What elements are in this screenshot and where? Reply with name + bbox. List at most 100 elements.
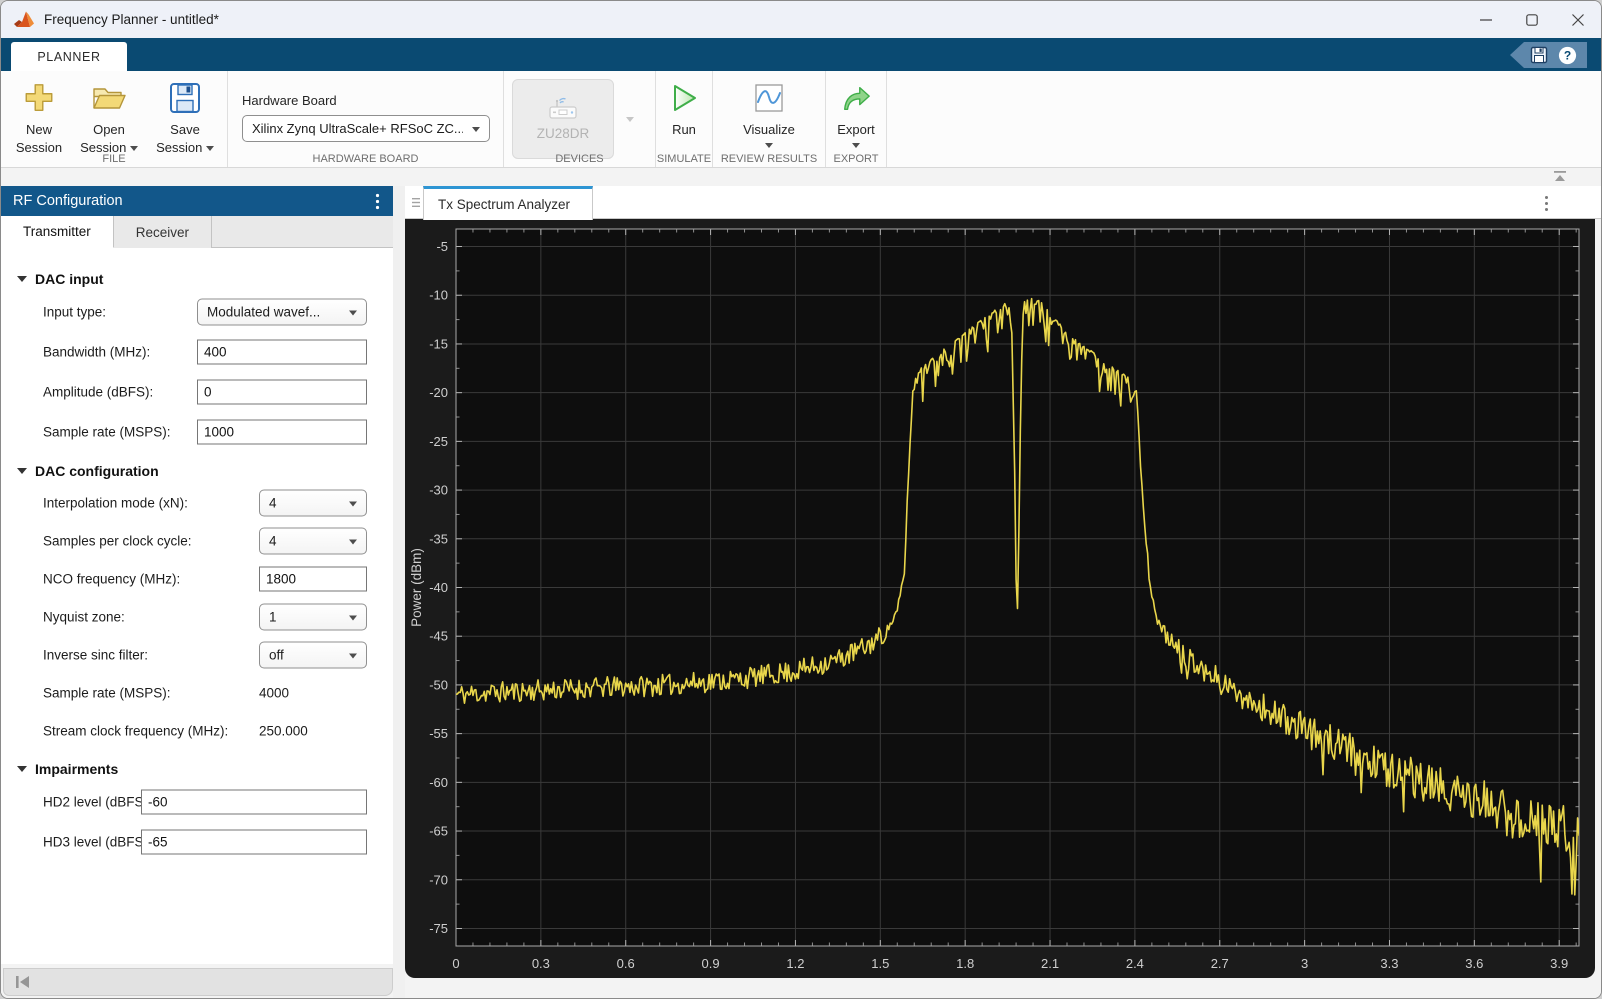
- minimize-button[interactable]: [1463, 1, 1509, 38]
- visualize-icon: [754, 75, 784, 121]
- bandwidth-mhz-label: Bandwidth (MHz):: [43, 345, 150, 360]
- interpolation-mode-label: Interpolation mode (xN):: [43, 496, 188, 511]
- y-tick-label: -40: [429, 580, 448, 595]
- hardware-board-caret-icon: [472, 127, 480, 132]
- bottom-collapsed-bar: [3, 968, 393, 996]
- devices-gallery-caret[interactable]: [614, 79, 646, 159]
- devices-caret-icon: [626, 117, 634, 122]
- x-tick-label: 3.3: [1380, 956, 1398, 971]
- export-label: Export: [837, 121, 875, 139]
- interpolation-mode-select[interactable]: 4: [259, 490, 367, 517]
- y-tick-label: -45: [429, 629, 448, 644]
- amplitude-dbfs-input[interactable]: [197, 380, 367, 405]
- select-caret-icon: [349, 311, 357, 316]
- panel-menu-icon[interactable]: [375, 193, 380, 210]
- visualize-button[interactable]: Visualize: [743, 75, 795, 148]
- form-row-hd2-level-dbfs: HD2 level (dBFS):: [1, 782, 393, 822]
- form-row-input-type: Input type: Modulated wavef...: [1, 292, 393, 332]
- open-session-label1: Open: [93, 121, 125, 139]
- x-tick-label: 3: [1301, 956, 1308, 971]
- y-tick-label: -20: [429, 385, 448, 400]
- quick-save-icon[interactable]: [1530, 46, 1548, 64]
- ribbon-filler: [887, 71, 1601, 167]
- close-button[interactable]: [1555, 1, 1601, 38]
- tab-transmitter[interactable]: Transmitter: [1, 216, 114, 248]
- x-tick-label: 1.2: [786, 956, 804, 971]
- y-tick-label: -50: [429, 677, 448, 692]
- main-area: RF Configuration Transmitter Receiver DA…: [1, 186, 1601, 999]
- devices-group-label: DEVICES: [504, 153, 655, 165]
- export-caret-icon: [852, 143, 860, 148]
- hd3-level-dbfs-input[interactable]: [141, 830, 367, 855]
- run-button[interactable]: Run: [668, 75, 700, 139]
- y-tick-label: -30: [429, 483, 448, 498]
- open-session-icon: [91, 75, 127, 121]
- bandwidth-mhz-input[interactable]: [197, 340, 367, 365]
- document-menu-icon[interactable]: [1544, 195, 1549, 212]
- tx-spectrum-chart: 00.30.60.91.21.51.82.12.42.733.33.63.9-5…: [405, 219, 1595, 978]
- samples-per-clock-cycle-select[interactable]: 4: [259, 528, 367, 555]
- hd2-level-dbfs-label: HD2 level (dBFS):: [43, 795, 152, 810]
- nco-frequency-mhz-label: NCO frequency (MHz):: [43, 572, 180, 587]
- help-icon[interactable]: ?: [1558, 46, 1577, 65]
- nyquist-zone-select[interactable]: 1: [259, 604, 367, 631]
- dac-sample-rate-msps-label: Sample rate (MSPS):: [43, 686, 171, 701]
- amplitude-dbfs-label: Amplitude (dBFS):: [43, 385, 153, 400]
- tab-grip-icon[interactable]: [410, 197, 422, 208]
- y-tick-label: -60: [429, 775, 448, 790]
- collapse-triangle-icon: [17, 766, 27, 772]
- svg-text:?: ?: [1564, 48, 1571, 62]
- tab-planner[interactable]: PLANNER: [11, 42, 127, 71]
- section-header-impairments[interactable]: Impairments: [1, 756, 393, 782]
- y-tick-label: -75: [429, 921, 448, 936]
- form-row-inverse-sinc-filter: Inverse sinc filter:off: [1, 636, 393, 674]
- hardware-board-select[interactable]: Xilinx Zynq UltraScale+ RFSoC ZC...: [242, 115, 490, 142]
- section-header-dac-input[interactable]: DAC input: [1, 266, 393, 292]
- input-type-select[interactable]: Modulated wavef...: [197, 299, 367, 326]
- sample-rate-msps-input[interactable]: [197, 420, 367, 445]
- open-session-caret-icon: [130, 146, 138, 151]
- save-session-label1: Save: [170, 121, 200, 139]
- sample-rate-msps-label: Sample rate (MSPS):: [43, 425, 171, 440]
- rf-configuration-header: RF Configuration: [1, 186, 393, 216]
- hd2-level-dbfs-input[interactable]: [141, 790, 367, 815]
- maximize-button[interactable]: [1509, 1, 1555, 38]
- form-row-interpolation-mode: Interpolation mode (xN): 4: [1, 484, 393, 522]
- device-zu28dr-button[interactable]: ZU28DR: [512, 79, 614, 159]
- run-icon: [668, 75, 700, 121]
- y-tick-label: -5: [436, 239, 448, 254]
- hardware-board-value: Xilinx Zynq UltraScale+ RFSoC ZC...: [252, 121, 463, 136]
- spectrum-analyzer-panel: Tx Spectrum Analyzer 00.30.60.91.21.51.8…: [405, 186, 1601, 999]
- export-button[interactable]: Export: [837, 75, 875, 148]
- x-tick-label: 2.4: [1126, 956, 1144, 971]
- nyquist-zone-value: 1: [269, 610, 277, 625]
- panel-splitter[interactable]: [393, 186, 405, 999]
- x-tick-label: 2.1: [1041, 956, 1059, 971]
- select-caret-icon: [349, 616, 357, 621]
- go-to-start-button[interactable]: [13, 973, 32, 991]
- inverse-sinc-filter-select[interactable]: off: [259, 642, 367, 669]
- section-title: Impairments: [35, 761, 118, 777]
- tab-receiver[interactable]: Receiver: [114, 216, 212, 248]
- rf-configuration-tabs: Transmitter Receiver: [1, 216, 393, 248]
- input-type-label: Input type:: [43, 305, 106, 320]
- ribbon-group-hardware-board: Hardware Board Xilinx Zynq UltraScale+ R…: [228, 71, 504, 167]
- ribbon-group-file: New Session Open Session: [1, 71, 228, 167]
- section-header-dac-configuration[interactable]: DAC configuration: [1, 458, 393, 484]
- transmitter-form: DAC input Input type: Modulated wavef... Ba…: [1, 248, 393, 862]
- x-tick-label: 3.6: [1465, 956, 1483, 971]
- ribbon: New Session Open Session: [1, 71, 1601, 168]
- form-row-nyquist-zone: Nyquist zone:1: [1, 598, 393, 636]
- x-tick-label: 1.8: [956, 956, 974, 971]
- ribbon-group-review-results: Visualize REVIEW RESULTS: [713, 71, 826, 167]
- x-tick-label: 1.5: [871, 956, 889, 971]
- tab-tx-spectrum-analyzer[interactable]: Tx Spectrum Analyzer: [423, 186, 593, 220]
- nco-frequency-mhz-input[interactable]: [259, 567, 367, 592]
- spectrum-plot: 00.30.60.91.21.51.82.12.42.733.33.63.9-5…: [405, 219, 1595, 978]
- select-caret-icon: [349, 540, 357, 545]
- save-session-icon: [168, 75, 202, 121]
- ribbon-tab-bar: PLANNER ?: [1, 38, 1601, 71]
- y-tick-label: -55: [429, 726, 448, 741]
- save-session-caret-icon: [206, 146, 214, 151]
- y-axis-label: Power (dBm): [409, 548, 424, 627]
